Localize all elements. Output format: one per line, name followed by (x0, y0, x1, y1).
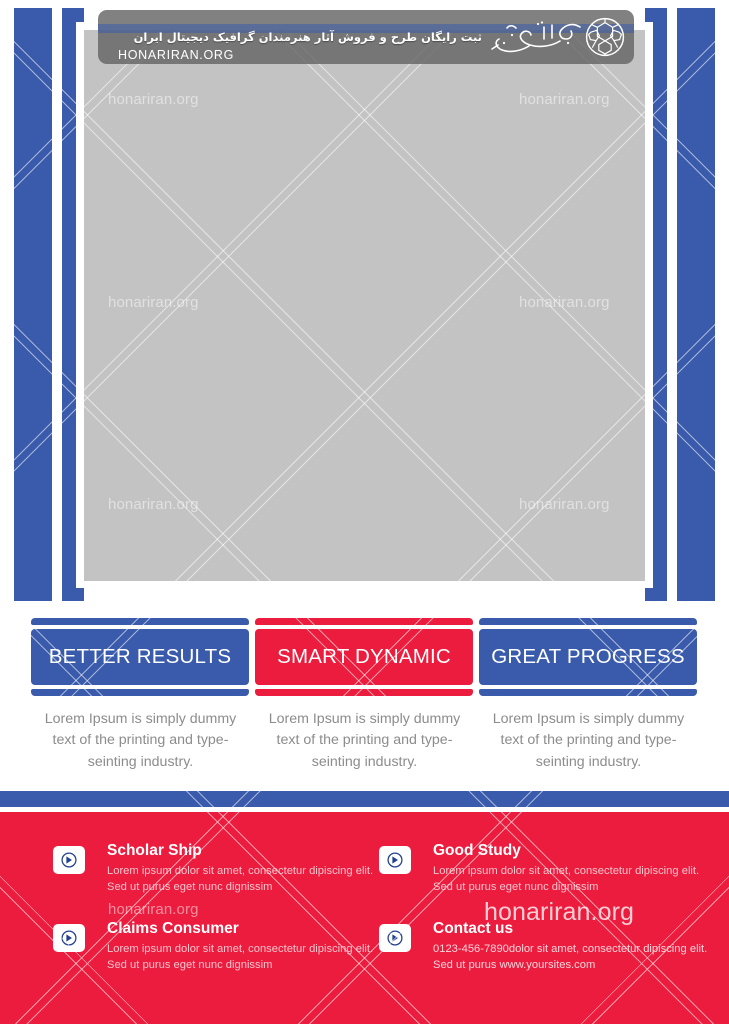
honariran-logo-icon (482, 14, 628, 60)
footer-item-good-study[interactable]: Good Study Lorem ipsum dolor sit amet, c… (379, 842, 709, 896)
arrow-circle-right-icon (379, 924, 411, 952)
feature-box-label: GREAT PROGRESS (491, 645, 685, 668)
footer-item-claims-consumer[interactable]: Claims Consumer Lorem ipsum dolor sit am… (53, 920, 383, 974)
footer-item-title: Good Study (433, 842, 521, 859)
badge-site-url: HONARIRAN.ORG (118, 48, 235, 62)
poster-header-zone (0, 0, 729, 609)
feature-box-label: BETTER RESULTS (48, 645, 232, 668)
footer-item-title: Contact us (433, 920, 514, 937)
feature-box-great-progress[interactable]: GREAT PROGRESS (479, 618, 697, 696)
feature-box-top-bar (479, 618, 697, 625)
feature-box-description: Lorem Ipsum is simply dummy text of the … (44, 711, 237, 770)
footer-item-title: Claims Consumer (107, 920, 239, 937)
poster-canvas: BETTER RESULTS SMART DYNAMIC GREAT PROGR… (0, 0, 729, 1024)
footer-item-contact-us[interactable]: Contact us 0123-456-7890dolor sit amet, … (379, 920, 709, 974)
blue-divider-bar (0, 791, 729, 807)
arrow-circle-right-icon (53, 924, 85, 952)
footer-item-body: Scholar Ship Lorem ipsum dolor sit amet,… (107, 842, 383, 896)
honariran-top-badge[interactable]: ثبت رایگان طرح و فروش آثار هنرمندان گراف… (98, 10, 634, 64)
feature-box-body[interactable]: SMART DYNAMIC (255, 629, 473, 685)
footer-item-description: Lorem ipsum dolor sit amet, consectetur … (107, 942, 374, 971)
footer-section: Scholar Ship Lorem ipsum dolor sit amet,… (0, 812, 729, 1024)
feature-box-bottom-bar (479, 689, 697, 696)
arrow-circle-right-icon (379, 846, 411, 874)
badge-persian-tagline: ثبت رایگان طرح و فروش آثار هنرمندان گراف… (133, 30, 482, 44)
footer-item-title: Scholar Ship (107, 842, 202, 859)
feature-box-body[interactable]: BETTER RESULTS (31, 629, 249, 685)
feature-box-bottom-bar (31, 689, 249, 696)
arrow-circle-right-icon (53, 846, 85, 874)
feature-box-description: Lorem Ipsum is simply dummy text of the … (492, 711, 685, 770)
footer-item-scholar-ship[interactable]: Scholar Ship Lorem ipsum dolor sit amet,… (53, 842, 383, 896)
feature-box-label: SMART DYNAMIC (277, 645, 451, 668)
feature-box-bottom-bar (255, 689, 473, 696)
footer-item-description: 0123-456-7890dolor sit amet, consectetur… (433, 942, 708, 971)
feature-box-top-bar (31, 618, 249, 625)
blue-column-outer-right (677, 8, 715, 601)
feature-box-description: Lorem Ipsum is simply dummy text of the … (268, 711, 461, 770)
feature-box-body[interactable]: GREAT PROGRESS (479, 629, 697, 685)
footer-item-description: Lorem ipsum dolor sit amet, consectetur … (107, 864, 374, 893)
blue-column-outer-left (14, 8, 52, 601)
footer-item-description: Lorem ipsum dolor sit amet, consectetur … (433, 864, 700, 893)
feature-box-top-bar (255, 618, 473, 625)
feature-box-smart-dynamic[interactable]: SMART DYNAMIC (255, 618, 473, 696)
footer-item-body: Contact us 0123-456-7890dolor sit amet, … (433, 920, 709, 974)
feature-box-better-results[interactable]: BETTER RESULTS (31, 618, 249, 696)
footer-item-body: Claims Consumer Lorem ipsum dolor sit am… (107, 920, 383, 974)
footer-item-body: Good Study Lorem ipsum dolor sit amet, c… (433, 842, 709, 896)
photo-placeholder (84, 30, 645, 581)
